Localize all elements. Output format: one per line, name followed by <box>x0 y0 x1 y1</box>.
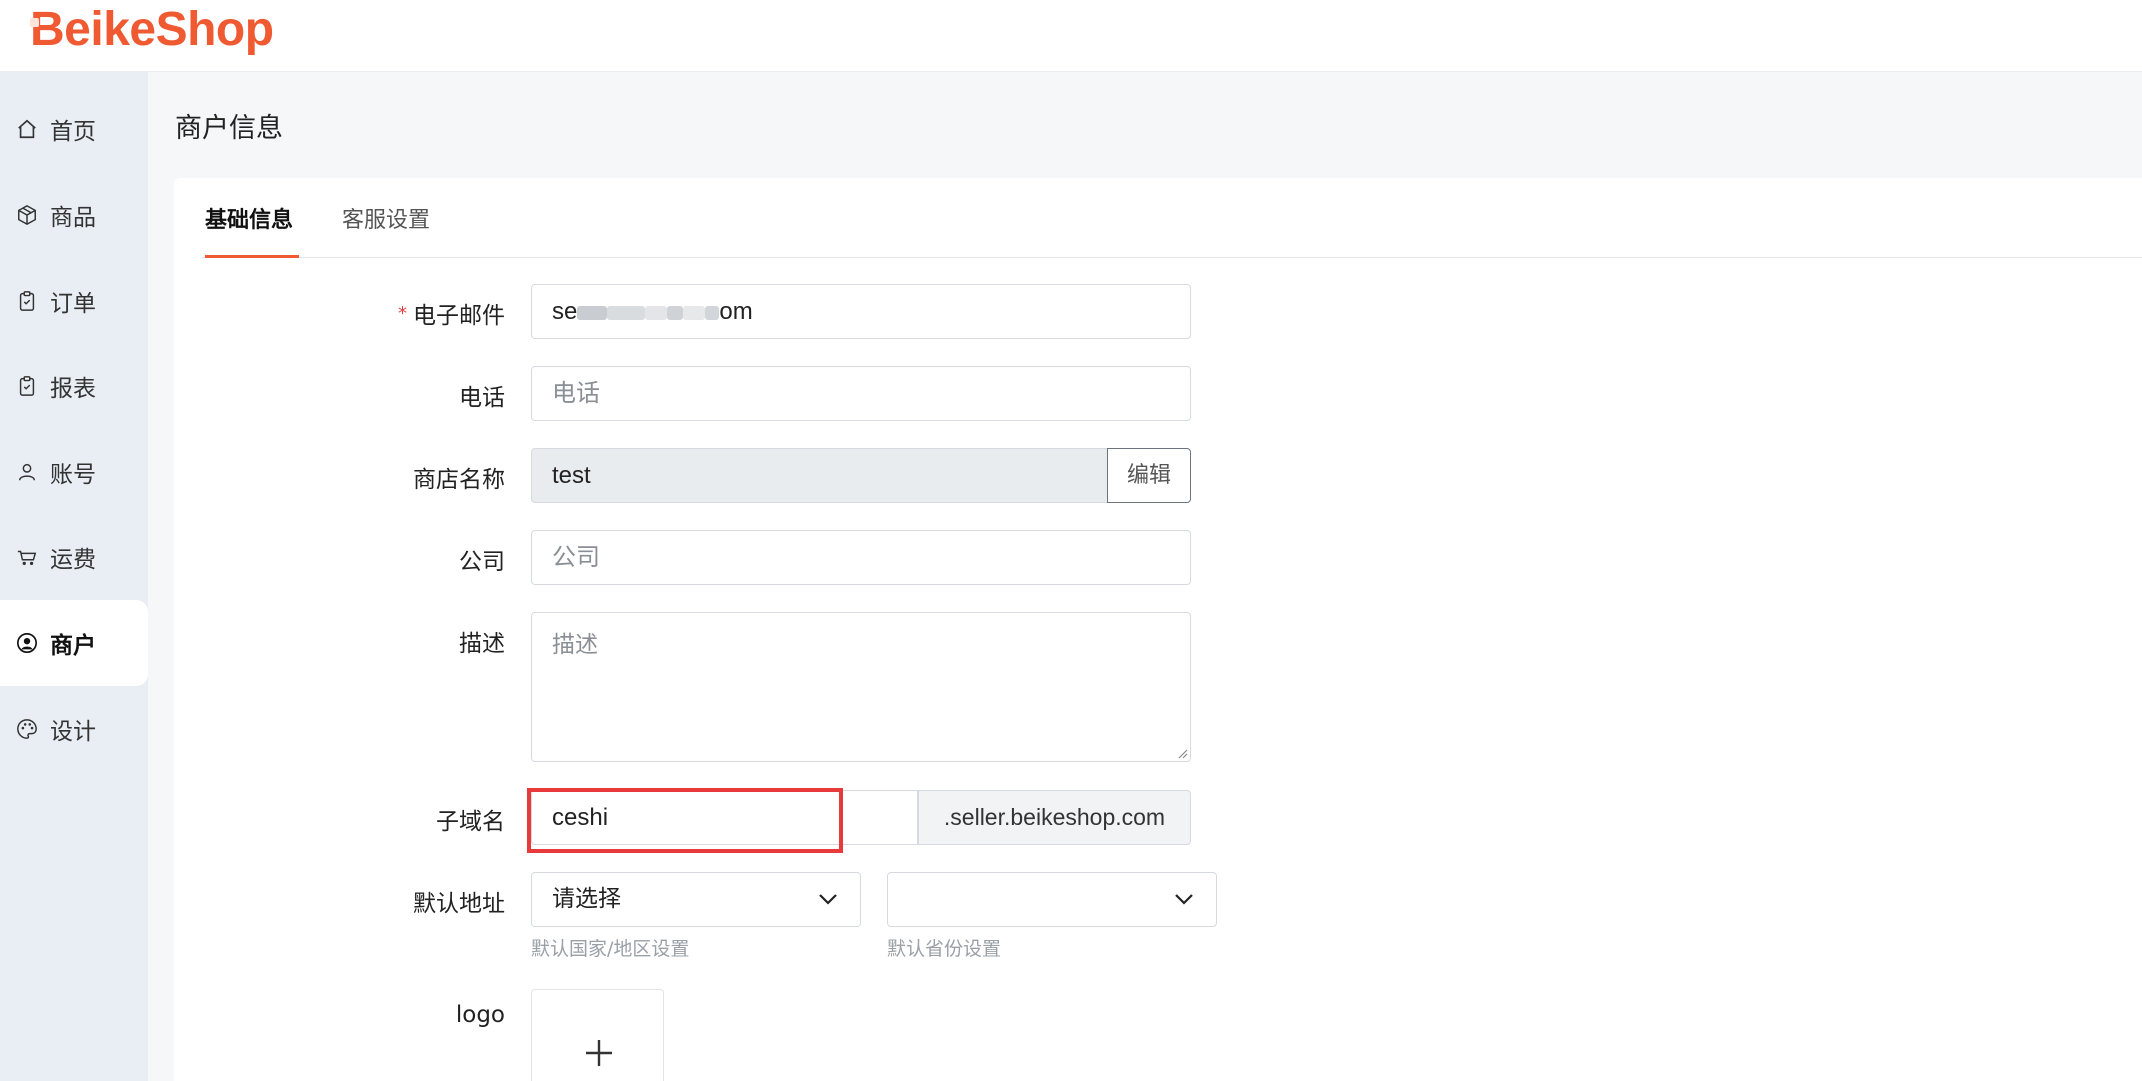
clipboard-check-icon <box>19 376 35 396</box>
user-icon <box>18 463 36 481</box>
email-blur <box>645 305 668 320</box>
description-textarea[interactable]: 描述 <box>531 612 1191 762</box>
clipboard-icon <box>19 291 35 311</box>
province-select[interactable] <box>887 872 1217 927</box>
box-icon <box>18 204 36 226</box>
page-title: 商户信息 <box>175 113 283 144</box>
province-help-text: 默认省份设置 <box>887 938 1002 960</box>
shop-name-field[interactable]: test <box>531 448 1108 503</box>
sidebar-item-reports[interactable]: 报表 <box>0 343 148 429</box>
resize-grip-icon[interactable] <box>1176 747 1188 759</box>
sidebar-item-merchant[interactable]: 商户 <box>0 600 148 686</box>
phone-label: 电话 <box>459 385 505 411</box>
logo-mark <box>30 18 39 27</box>
sidebar-item-orders[interactable]: 订单 <box>0 258 148 344</box>
phone-field[interactable]: 电话 <box>531 366 1191 421</box>
sidebar-item-products[interactable]: 商品 <box>0 172 148 258</box>
email-blur <box>667 305 684 320</box>
shop-name-label: 商店名称 <box>413 467 505 493</box>
tab-bar: 基础信息 客服设置 <box>201 204 2142 258</box>
subdomain-label: 子域名 <box>436 809 505 835</box>
top-bar: BeikeShop <box>0 0 2142 72</box>
tab-basic-info[interactable]: 基础信息 <box>205 204 299 258</box>
sidebar: 首页 商品 订单 报表 账号 运费 商户 设计 <box>0 72 148 1081</box>
chevron-down-icon <box>819 894 837 905</box>
sidebar-item-label: 设计 <box>50 719 96 745</box>
subdomain-suffix: .seller.beikeshop.com <box>918 790 1191 845</box>
default-address-label: 默认地址 <box>413 891 505 917</box>
sidebar-item-label: 首页 <box>50 119 96 145</box>
home-icon <box>18 119 36 139</box>
chevron-down-icon <box>1175 894 1193 905</box>
sidebar-item-label: 商品 <box>50 205 96 231</box>
logo-upload-button[interactable] <box>531 989 664 1081</box>
email-value-end: om <box>719 298 753 325</box>
country-select[interactable]: 请选择 <box>531 872 861 927</box>
email-blur <box>577 305 608 320</box>
cart-icon <box>17 550 37 566</box>
sidebar-item-label: 报表 <box>50 376 96 402</box>
app-logo[interactable]: BeikeShop <box>30 2 274 57</box>
email-field[interactable]: se om <box>531 284 1191 339</box>
email-blur <box>705 305 720 320</box>
sidebar-item-shipping[interactable]: 运费 <box>0 514 148 600</box>
palette-icon <box>17 719 37 739</box>
email-value-start: se <box>552 298 578 325</box>
email-label-text: 电子邮件 <box>413 303 505 329</box>
email-blur <box>607 305 646 320</box>
sidebar-item-account[interactable]: 账号 <box>0 429 148 515</box>
sidebar-item-label: 运费 <box>50 547 96 573</box>
sidebar-item-design[interactable]: 设计 <box>0 686 148 772</box>
country-select-value: 请选择 <box>552 886 621 912</box>
email-label: * 电子邮件 <box>325 296 505 330</box>
required-mark: * <box>398 303 407 324</box>
edit-shop-name-button[interactable]: 编辑 <box>1107 448 1191 503</box>
company-field[interactable]: 公司 <box>531 530 1191 585</box>
sidebar-item-home[interactable]: 首页 <box>0 86 148 172</box>
sidebar-item-label: 订单 <box>50 291 96 317</box>
company-label: 公司 <box>459 549 505 575</box>
email-blur <box>683 305 706 320</box>
description-placeholder: 描述 <box>552 632 598 658</box>
subdomain-input[interactable]: ceshi <box>531 790 918 845</box>
sidebar-item-label: 商户 <box>50 633 96 659</box>
sidebar-item-label: 账号 <box>50 462 96 488</box>
country-help-text: 默认国家/地区设置 <box>531 938 690 960</box>
logo-label: logo <box>455 1002 505 1028</box>
plus-icon <box>586 1040 612 1066</box>
tab-customer-service[interactable]: 客服设置 <box>342 204 430 258</box>
description-label: 描述 <box>459 631 505 657</box>
user-circle-icon <box>17 633 37 653</box>
